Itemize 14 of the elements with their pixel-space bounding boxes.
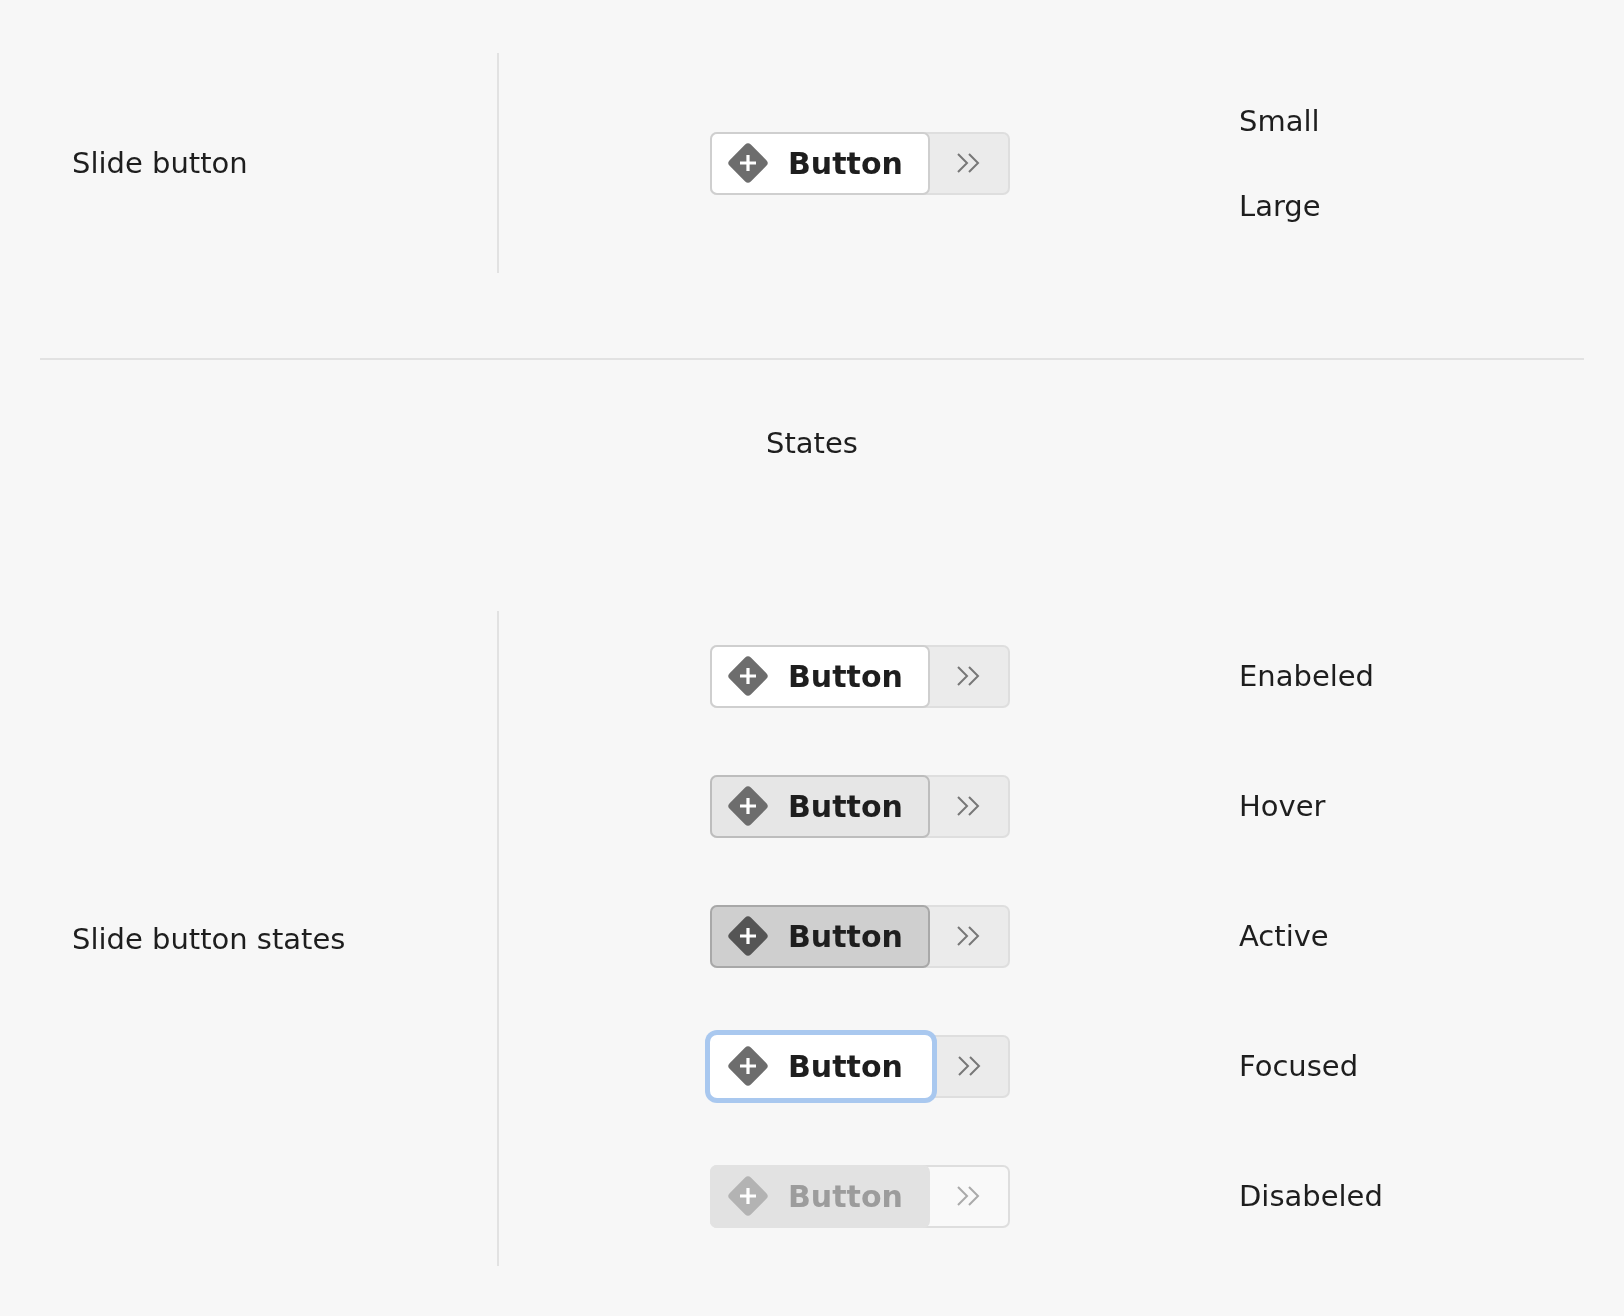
size-label: Small [1239,102,1320,140]
state-label: Enabeled [1239,658,1375,695]
add-button[interactable]: Button [710,774,930,838]
add-button[interactable]: Button [710,644,930,708]
add-button[interactable]: Button [710,131,930,195]
section-label: Slide button [72,145,248,182]
state-label: Disabeled [1239,1178,1383,1215]
add-button[interactable]: Button [710,904,930,968]
section-heading: States [765,425,859,462]
size-label: Large [1239,187,1321,225]
section-label: Slide button states [72,920,346,958]
state-label: Active [1239,918,1329,955]
state-label: Hover [1239,788,1326,825]
state-label: Focused [1239,1048,1359,1085]
